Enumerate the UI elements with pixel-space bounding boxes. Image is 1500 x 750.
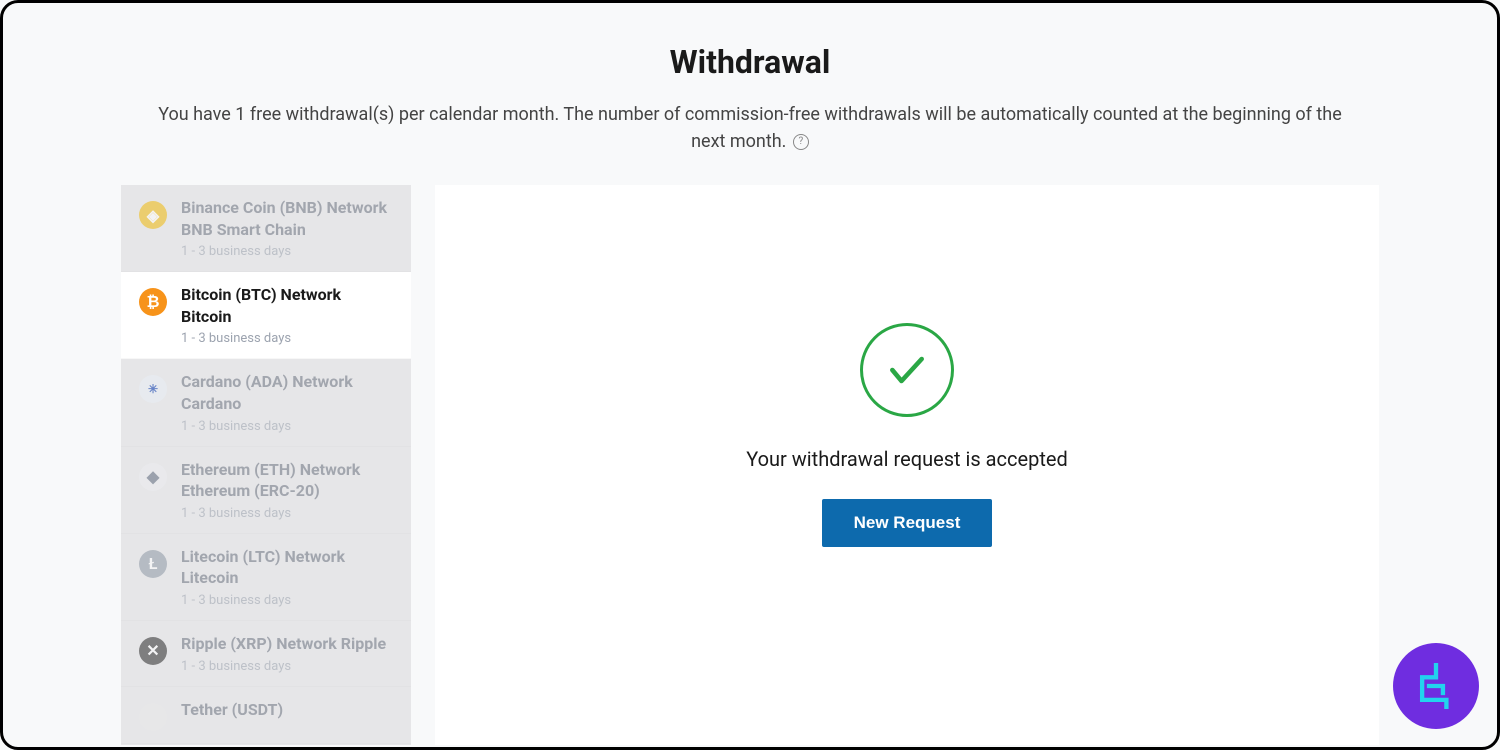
ltc-icon: Ł [139,550,167,578]
currency-time: 1 - 3 business days [181,419,395,434]
usdt-icon [139,703,167,731]
currency-name: Litecoin (LTC) Network Litecoin [181,546,395,589]
help-icon[interactable]: ? [793,134,809,150]
currency-sidebar: ◈ Binance Coin (BNB) Network BNB Smart Ch… [121,185,411,745]
brand-logo-icon [1393,643,1479,729]
currency-time: 1 - 3 business days [181,659,395,674]
main-panel: Your withdrawal request is accepted New … [435,185,1379,745]
currency-name: Cardano (ADA) Network Cardano [181,371,395,414]
currency-item-usdt[interactable]: Tether (USDT) [121,687,411,744]
currency-item-eth[interactable]: ◆ Ethereum (ETH) Network Ethereum (ERC-20… [121,447,411,534]
success-message: Your withdrawal request is accepted [746,447,1068,471]
currency-item-btc[interactable]: ₿ Bitcoin (BTC) Network Bitcoin 1 - 3 busi… [121,272,411,359]
bnb-icon: ◈ [139,201,167,229]
currency-time: 1 - 3 business days [181,331,395,346]
btc-icon: ₿ [139,288,167,316]
currency-item-xrp[interactable]: ✕ Ripple (XRP) Network Ripple 1 - 3 busine… [121,621,411,687]
currency-name: Ethereum (ETH) Network Ethereum (ERC-20) [181,459,395,502]
currency-name: Bitcoin (BTC) Network Bitcoin [181,284,395,327]
currency-name: Binance Coin (BNB) Network BNB Smart Cha… [181,197,395,240]
currency-item-bnb[interactable]: ◈ Binance Coin (BNB) Network BNB Smart Ch… [121,185,411,272]
subtitle-text: You have 1 free withdrawal(s) per calend… [158,104,1342,152]
currency-name: Ripple (XRP) Network Ripple [181,633,395,655]
success-check-icon [860,323,954,417]
currency-time: 1 - 3 business days [181,506,395,521]
currency-time: 1 - 3 business days [181,593,395,608]
new-request-button[interactable]: New Request [822,499,993,547]
currency-item-ltc[interactable]: Ł Litecoin (LTC) Network Litecoin 1 - 3 bu… [121,534,411,621]
eth-icon: ◆ [139,463,167,491]
page-subtitle: You have 1 free withdrawal(s) per calend… [130,101,1370,155]
currency-name: Tether (USDT) [181,699,395,721]
currency-time: 1 - 3 business days [181,244,395,259]
currency-item-ada[interactable]: ✳ Cardano (ADA) Network Cardano 1 - 3 busi… [121,359,411,446]
content-area: ◈ Binance Coin (BNB) Network BNB Smart Ch… [3,185,1497,745]
page-title: Withdrawal [3,43,1497,81]
xrp-icon: ✕ [139,637,167,665]
ada-icon: ✳ [139,375,167,403]
